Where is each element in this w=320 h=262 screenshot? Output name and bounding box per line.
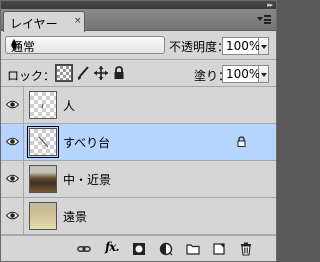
tab-close-icon[interactable]: × bbox=[74, 16, 82, 26]
eye-icon bbox=[6, 174, 19, 183]
stepper-arrows-icon: ▲ ▼ bbox=[11, 37, 18, 52]
lock-all-icon[interactable] bbox=[111, 65, 127, 81]
layer-name: 中・近景 bbox=[63, 173, 112, 187]
layers-panel: ▸▸ レイヤー × 通常 ▲ ▼ 不透明度： 100% ロック： 塗り： 100% bbox=[0, 0, 277, 262]
eye-icon bbox=[6, 211, 19, 220]
new-group-folder-icon[interactable] bbox=[186, 242, 200, 256]
lock-icon bbox=[237, 136, 246, 147]
opacity-value: 100% bbox=[226, 39, 261, 53]
tab-layers[interactable]: レイヤー × bbox=[3, 11, 85, 32]
collapse-icon[interactable]: ▸▸ bbox=[267, 1, 273, 9]
lock-label: ロック： bbox=[7, 69, 56, 83]
panel-tab-row: レイヤー × bbox=[1, 9, 276, 32]
divider bbox=[1, 59, 276, 60]
layer-thumbnail bbox=[29, 165, 57, 193]
new-layer-icon[interactable] bbox=[212, 242, 226, 256]
layer-style-fx-icon[interactable]: fx. bbox=[105, 240, 125, 254]
layer-row-slide[interactable]: すべり台 bbox=[1, 124, 276, 161]
layer-thumbnail bbox=[29, 202, 57, 230]
tab-layers-label: レイヤー bbox=[10, 17, 58, 31]
add-layer-mask-icon[interactable] bbox=[132, 242, 146, 256]
opacity-dropdown-button[interactable] bbox=[259, 37, 269, 55]
blend-mode-select[interactable]: 通常 ▲ ▼ bbox=[5, 36, 165, 54]
visibility-toggle[interactable] bbox=[1, 198, 24, 234]
layer-row-distant-view[interactable]: 遠景 bbox=[1, 198, 276, 235]
eye-icon bbox=[6, 137, 19, 146]
layer-thumbnail bbox=[29, 91, 57, 119]
layer-name: 人 bbox=[63, 99, 76, 113]
eye-icon bbox=[6, 100, 19, 109]
layer-thumbnail bbox=[27, 126, 59, 158]
layers-bottom-toolbar: fx. bbox=[1, 235, 276, 261]
panel-menu-button[interactable] bbox=[256, 13, 272, 27]
chevron-down-icon bbox=[257, 17, 263, 21]
lock-transparent-pixels-icon[interactable] bbox=[55, 64, 73, 82]
layer-list: 人 すべり台 中・近景 遠景 bbox=[1, 87, 276, 235]
layer-name: 遠景 bbox=[63, 210, 88, 224]
fill-value: 100% bbox=[226, 67, 261, 81]
layer-row-person[interactable]: 人 bbox=[1, 87, 276, 124]
lock-position-icon[interactable] bbox=[93, 65, 109, 81]
link-layers-icon[interactable] bbox=[77, 242, 91, 256]
layer-name: すべり台 bbox=[63, 136, 111, 150]
delete-layer-trash-icon[interactable] bbox=[239, 242, 253, 256]
visibility-toggle[interactable] bbox=[1, 87, 24, 123]
layer-row-mid-near-view[interactable]: 中・近景 bbox=[1, 161, 276, 198]
lock-image-pixels-icon[interactable] bbox=[75, 65, 91, 81]
panel-top-strip: ▸▸ bbox=[1, 1, 276, 9]
visibility-toggle[interactable] bbox=[1, 124, 24, 160]
visibility-toggle[interactable] bbox=[1, 161, 24, 197]
fill-dropdown-button[interactable] bbox=[259, 65, 269, 83]
opacity-input[interactable]: 100% bbox=[222, 37, 261, 55]
opacity-label: 不透明度： bbox=[169, 40, 230, 54]
fill-input[interactable]: 100% bbox=[222, 65, 261, 83]
adjustment-layer-icon[interactable] bbox=[159, 242, 173, 256]
menu-lines-icon bbox=[264, 15, 271, 24]
